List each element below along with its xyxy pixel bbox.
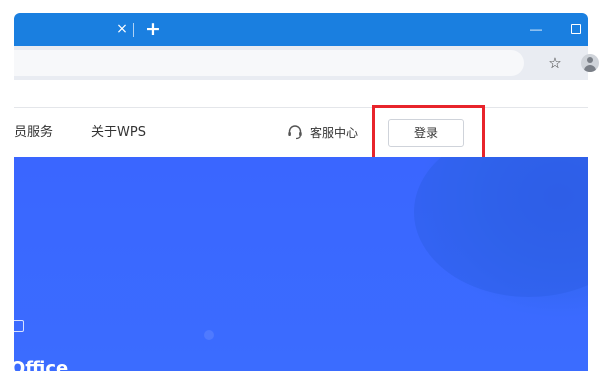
address-bar[interactable] (14, 50, 524, 76)
headset-icon (288, 125, 302, 140)
nav-member-services-link[interactable]: 员服务 (14, 124, 53, 142)
profile-avatar-icon[interactable] (581, 54, 599, 72)
browser-titlebar: × + — (14, 13, 588, 46)
minimize-button[interactable]: — (528, 22, 544, 38)
login-button[interactable]: 登录 (388, 119, 464, 147)
site-navigation: 员服务 关于WPS 客服中心 登录 (14, 108, 588, 157)
customer-service-label: 客服中心 (310, 125, 359, 140)
bookmark-star-icon[interactable]: ☆ (546, 53, 564, 73)
nav-about-wps-link[interactable]: 关于WPS (91, 124, 146, 142)
hero-decoration-dot (204, 330, 214, 340)
tab-close-icon[interactable]: × (113, 19, 131, 39)
tab-separator (133, 23, 134, 37)
maximize-button[interactable] (571, 24, 581, 34)
new-tab-button[interactable]: + (142, 18, 164, 40)
hero-background-shape (414, 157, 588, 297)
page-top-spacer (14, 80, 588, 107)
hero-banner: Office (14, 157, 588, 371)
hero-title-fragment: Office (14, 358, 69, 371)
hero-small-icon (14, 320, 24, 332)
customer-service-link[interactable]: 客服中心 (286, 122, 358, 142)
browser-toolbar: ☆ (14, 46, 599, 80)
